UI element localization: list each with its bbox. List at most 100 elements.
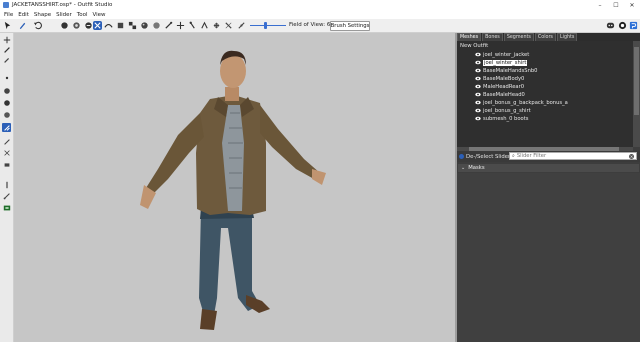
anchor-icon[interactable] — [2, 45, 11, 54]
slider-filter-input[interactable] — [514, 153, 619, 159]
scale-tool-icon[interactable] — [2, 160, 11, 169]
move-view-icon[interactable] — [2, 35, 11, 44]
bone-tool-icon[interactable] — [2, 191, 11, 200]
cut-tool-icon[interactable] — [2, 148, 11, 157]
split-edge-icon[interactable] — [237, 21, 246, 30]
tab-lights[interactable]: Lights — [556, 33, 578, 41]
inflate-brush-icon[interactable] — [72, 21, 81, 30]
tree-item-label: MaleHeadRear0 — [483, 83, 525, 90]
sphere-icon[interactable] — [2, 86, 11, 95]
vertex-select-icon[interactable] — [200, 21, 209, 30]
light-tool-icon[interactable] — [2, 180, 11, 189]
tab-segments[interactable]: Segments — [503, 33, 534, 41]
tab-colors[interactable]: Colors — [534, 33, 556, 41]
mesh-visible-icon[interactable] — [475, 76, 481, 81]
chevron-down-icon: ⌄ — [461, 165, 466, 171]
active-tool-icon[interactable] — [2, 123, 11, 132]
sphere-gray-icon[interactable] — [2, 110, 11, 119]
close-button[interactable]: ✕ — [624, 0, 640, 10]
tab-meshes[interactable]: Meshes — [457, 33, 482, 41]
mesh-visible-icon[interactable] — [475, 52, 481, 57]
window-title: JACKETANSSHIRT.osp* - Outfit Studio — [12, 2, 113, 8]
menu-slider[interactable]: Slider — [56, 12, 72, 18]
tree-item[interactable]: BaseMaleBody0 — [475, 75, 524, 82]
field-of-view-label: Field of View: 65 — [289, 22, 334, 28]
tree-item-label: submesh_0 boots — [483, 115, 529, 122]
menu-shape[interactable]: Shape — [34, 12, 51, 18]
tree-item-label: joel_winter_jacket — [483, 51, 530, 58]
menu-edit[interactable]: Edit — [18, 12, 29, 18]
pen-icon[interactable] — [2, 55, 11, 64]
tree-vertical-scrollbar[interactable] — [633, 41, 640, 147]
mesh-visible-icon[interactable] — [475, 68, 481, 73]
mesh-visible-icon[interactable] — [475, 84, 481, 89]
mesh-visible-icon[interactable] — [475, 108, 481, 113]
mask-brush-icon[interactable] — [60, 21, 69, 30]
tree-item[interactable]: joel_winter_jacket — [475, 51, 529, 58]
color-brush-icon[interactable] — [140, 21, 149, 30]
point-icon[interactable] — [2, 73, 11, 82]
smooth-tool-icon[interactable] — [2, 137, 11, 146]
tree-item[interactable]: joel_bonus_g_backpack_bonus_a — [475, 99, 568, 106]
tree-item-label: BaseMaleHead0 — [483, 91, 525, 98]
tree-item[interactable]: BaseMaleHandsSnb0 — [475, 67, 537, 74]
sphere-dark-icon[interactable] — [2, 98, 11, 107]
masks-label: Masks — [468, 165, 485, 171]
alpha-brush-icon[interactable] — [152, 21, 161, 30]
app-icon — [3, 2, 9, 8]
weight-brush-icon[interactable] — [116, 21, 125, 30]
mesh-visible-icon[interactable] — [475, 60, 481, 65]
masks-section-header[interactable]: ⌄ Masks — [458, 164, 639, 172]
mesh-visible-icon[interactable] — [475, 116, 481, 121]
flip-edge-icon[interactable] — [224, 21, 233, 30]
panel-tabs: Meshes Bones Segments Colors Lights — [457, 33, 640, 41]
transform-icon[interactable] — [176, 21, 185, 30]
patreon-icon[interactable] — [629, 21, 638, 30]
github-icon[interactable] — [618, 21, 627, 30]
move-brush-icon[interactable] — [93, 21, 102, 30]
title-bar: JACKETANSSHIRT.osp* - Outfit Studio — [0, 0, 640, 10]
slider-filter-bar: De-/Select Sliders ⌕ × — [457, 151, 640, 162]
deselect-sliders-toggle[interactable]: De-/Select Sliders — [459, 153, 513, 160]
discord-icon[interactable] — [606, 21, 615, 30]
mesh-tree: New Outfit joel_winter_jacket joel_winte… — [457, 41, 633, 147]
tree-item-label: BaseMaleHandsSnb0 — [483, 67, 538, 74]
texture-tool-icon[interactable] — [2, 203, 11, 212]
select-tool-icon[interactable] — [3, 21, 12, 30]
3d-viewport[interactable] — [14, 33, 455, 342]
collision-brush-icon[interactable] — [164, 21, 173, 30]
tree-item-label: joel_winter_shirt — [483, 59, 528, 66]
tab-bones[interactable]: Bones — [482, 33, 503, 41]
smooth-brush-icon[interactable] — [104, 21, 113, 30]
menu-tool[interactable]: Tool — [77, 12, 88, 18]
character-model — [140, 50, 326, 330]
tree-item[interactable]: joel_bonus_g_shirt — [475, 107, 531, 114]
toggle-dot-icon — [459, 154, 464, 159]
mesh-visible-icon[interactable] — [475, 92, 481, 97]
tree-item[interactable]: submesh_0 boots — [475, 115, 528, 122]
brush-tool-icon[interactable] — [18, 21, 27, 30]
mesh-visible-icon[interactable] — [475, 100, 481, 105]
pivot-icon[interactable] — [188, 21, 197, 30]
undo-icon[interactable] — [33, 21, 42, 30]
menu-view[interactable]: View — [92, 12, 105, 18]
brush-settings-button[interactable]: Brush Settings — [330, 21, 370, 31]
tree-vertical-scroll-thumb[interactable] — [634, 47, 639, 115]
tree-item-label: joel_bonus_g_backpack_bonus_a — [483, 99, 568, 106]
tree-item[interactable]: BaseMaleHead0 — [475, 91, 525, 98]
sliders-area — [457, 173, 640, 342]
maximize-button[interactable]: ☐ — [608, 0, 624, 10]
deselect-sliders-label: De-/Select Sliders — [466, 153, 513, 160]
field-of-view-slider[interactable] — [250, 25, 286, 26]
slider-filter-field[interactable]: ⌕ × — [509, 152, 637, 160]
field-of-view-slider-thumb[interactable] — [264, 22, 267, 29]
minimize-button[interactable]: – — [592, 0, 608, 10]
tree-item[interactable]: MaleHeadRear0 — [475, 83, 524, 90]
clear-filter-icon[interactable]: × — [629, 154, 634, 159]
tree-item[interactable]: joel_winter_shirt — [475, 59, 528, 66]
edge-collapse-icon[interactable] — [212, 21, 221, 30]
menu-file[interactable]: File — [4, 12, 13, 18]
checker-icon[interactable] — [128, 21, 137, 30]
tree-root-label[interactable]: New Outfit — [460, 43, 488, 49]
deflate-brush-icon[interactable] — [84, 21, 93, 30]
